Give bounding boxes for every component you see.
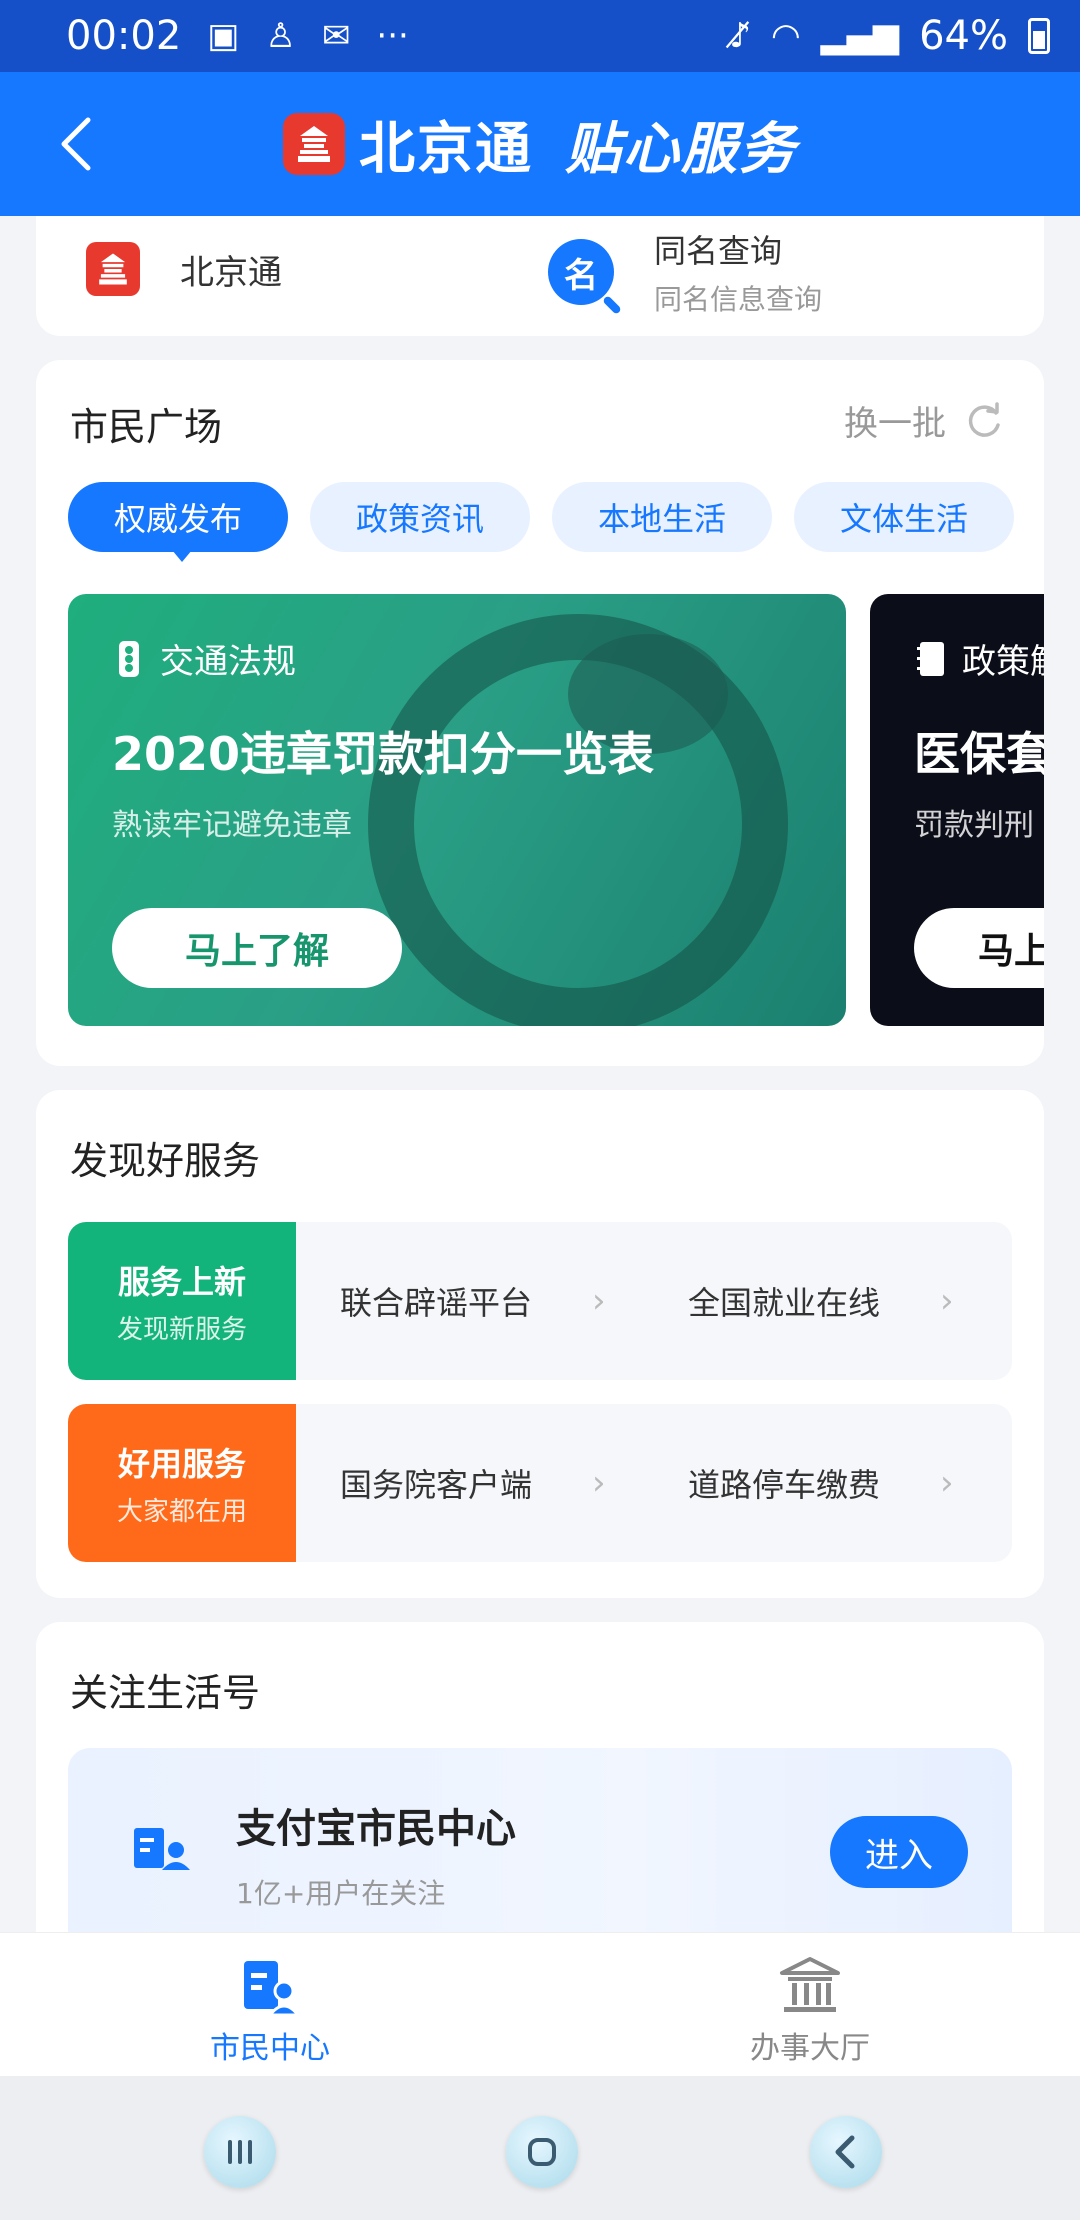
nav-label: 市民中心	[210, 2031, 330, 2066]
beijingtong-logo-icon	[86, 242, 140, 296]
system-nav-bar	[0, 2076, 1080, 2220]
beijingtong-app-item[interactable]: 北京通	[86, 242, 282, 296]
home-button[interactable]	[506, 2116, 578, 2188]
name-search-icon: 名	[548, 239, 614, 305]
new-services-tag[interactable]: 服务上新 发现新服务	[68, 1222, 296, 1380]
app-header: 北京通 贴心服务	[0, 72, 1080, 216]
follower-count: 1亿+用户在关注	[236, 1877, 446, 1910]
refresh-icon	[968, 401, 1000, 437]
home-icon	[528, 2138, 556, 2166]
section-title: 发现好服务	[70, 1139, 261, 1183]
learn-more-button[interactable]: 马上了解	[112, 908, 402, 988]
refresh-button[interactable]: 换一批	[844, 396, 1004, 445]
battery-percent: 64%	[919, 13, 1008, 59]
back-button[interactable]	[44, 112, 108, 176]
section-title: 市民广场	[70, 405, 223, 449]
chevron-right-icon: ›	[592, 1463, 606, 1503]
status-time: 00:02	[66, 13, 182, 59]
learn-more-button[interactable]: 马上	[914, 908, 1044, 988]
plaza-tabs: 权威发布 政策资讯 本地生活 文体生活	[68, 482, 1014, 562]
banner-category: 政策解	[914, 634, 1044, 683]
service-link[interactable]: 全国就业在线 ›	[688, 1222, 988, 1380]
app-name: 北京通	[180, 252, 282, 293]
notebook-icon	[917, 641, 944, 676]
chevron-right-icon: ›	[592, 1281, 606, 1321]
banner-policy[interactable]: 政策解 医保套 罚款判刑 马上	[870, 594, 1044, 1026]
same-name-query-item[interactable]: 名 同名查询 同名信息查询	[548, 226, 822, 318]
nav-label: 办事大厅	[750, 2031, 870, 2066]
government-hall-icon	[780, 1957, 840, 2012]
discover-services-card: 发现好服务 服务上新 发现新服务 联合辟谣平台 › 全国就业在线 › 好用服务 …	[36, 1090, 1044, 1598]
banner-subtitle: 罚款判刑	[914, 808, 1034, 843]
nav-citizen-center[interactable]: 市民中心	[170, 1955, 370, 2067]
recent-apps-icon	[228, 2140, 252, 2164]
banner-title: 2020违章罚款扣分一览表	[112, 727, 655, 781]
citizen-center-icon	[134, 1828, 190, 1870]
gallery-icon: ▣	[207, 16, 240, 56]
top-services-card: 北京通 名 同名查询 同名信息查询	[36, 216, 1044, 336]
recent-apps-button[interactable]	[204, 2116, 276, 2188]
nav-government-hall[interactable]: 办事大厅	[710, 1955, 910, 2067]
system-back-button[interactable]	[810, 2116, 882, 2188]
banner-subtitle: 熟读牢记避免违章	[112, 808, 352, 843]
bottom-nav: 市民中心 办事大厅	[0, 1932, 1080, 2076]
citizen-plaza-card: 市民广场 换一批 权威发布 政策资讯 本地生活 文体生活 交通法规 2020违章…	[36, 360, 1044, 1066]
back-icon	[835, 2135, 855, 2169]
life-account-item[interactable]: 支付宝市民中心 1亿+用户在关注 进入	[68, 1748, 1012, 1932]
status-bar: 00:02 ▣ ♙ ✉ ··· ♪̸ ◠ ▂▄▆ 64%	[0, 0, 1080, 72]
refresh-label: 换一批	[844, 404, 946, 444]
header-slogan: 贴心服务	[565, 116, 797, 182]
banner-category: 交通法规	[112, 634, 296, 683]
service-title: 同名查询	[654, 232, 783, 270]
tab-culture-sports[interactable]: 文体生活	[794, 482, 1014, 552]
battery-icon	[1028, 18, 1050, 54]
banner-traffic-rules[interactable]: 交通法规 2020违章罚款扣分一览表 熟读牢记避免违章 马上了解	[68, 594, 846, 1026]
beijingtong-logo-icon	[283, 113, 345, 175]
traffic-light-icon	[119, 640, 139, 677]
tab-local-life[interactable]: 本地生活	[552, 482, 772, 552]
chevron-right-icon: ›	[940, 1281, 954, 1321]
scroll-content[interactable]: 北京通 名 同名查询 同名信息查询 市民广场 换一批 权威发布 政策资讯 本地生…	[0, 216, 1080, 1932]
service-link[interactable]: 道路停车缴费 ›	[688, 1404, 988, 1562]
wifi-icon: ◠	[770, 16, 801, 56]
service-row-popular: 好用服务 大家都在用 国务院客户端 › 道路停车缴费 ›	[68, 1404, 1012, 1562]
tab-authority-release[interactable]: 权威发布	[68, 482, 288, 562]
popular-services-tag[interactable]: 好用服务 大家都在用	[68, 1404, 296, 1562]
service-link[interactable]: 国务院客户端 ›	[340, 1404, 640, 1562]
tab-policy-news[interactable]: 政策资讯	[310, 482, 530, 552]
mute-icon: ♪̸	[729, 16, 751, 56]
more-dots-icon: ···	[376, 16, 409, 56]
life-account-card: 关注生活号 支付宝市民中心 1亿+用户在关注 进入	[36, 1622, 1044, 1932]
account-name: 支付宝市民中心	[236, 1806, 516, 1852]
banner-title: 医保套	[914, 727, 1044, 781]
enter-button[interactable]: 进入	[830, 1816, 968, 1888]
mail-icon: ✉	[321, 16, 351, 56]
chevron-left-icon	[61, 117, 91, 171]
service-link[interactable]: 联合辟谣平台 ›	[340, 1222, 640, 1380]
section-title: 关注生活号	[70, 1671, 261, 1715]
signal-icon: ▂▄▆	[820, 16, 900, 56]
header-title: 北京通	[359, 116, 533, 182]
service-row-new: 服务上新 发现新服务 联合辟谣平台 › 全国就业在线 ›	[68, 1222, 1012, 1380]
service-subtitle: 同名信息查询	[654, 283, 823, 316]
citizen-center-icon	[244, 1961, 302, 2017]
chevron-right-icon: ›	[940, 1463, 954, 1503]
notification-icon: ♙	[265, 16, 296, 56]
